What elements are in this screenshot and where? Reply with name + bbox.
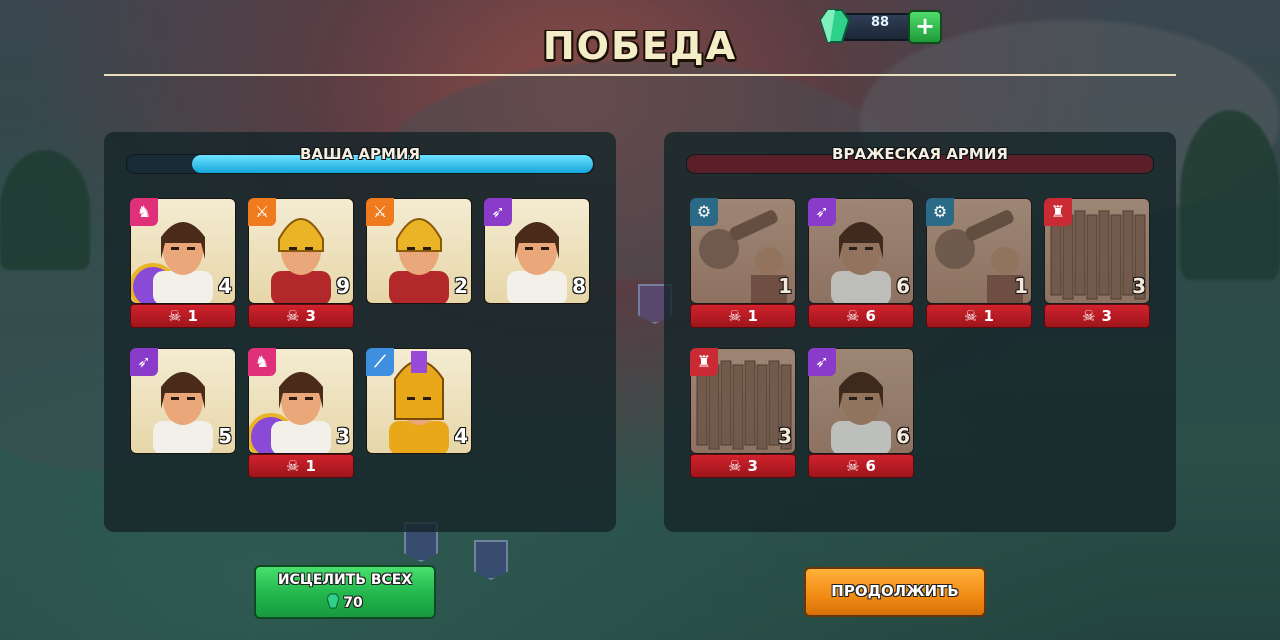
unit-losses-badge: ☠ 3 [1044, 304, 1150, 328]
unit-losses-badge: ☠ 6 [808, 454, 914, 478]
unit-losses-badge: ☠ 1 [248, 454, 354, 478]
bow-icon: ➶ [130, 348, 158, 376]
sword-icon: ⚔ [248, 198, 276, 226]
unit-count: 1 [1014, 274, 1028, 298]
heal-all-button[interactable]: ИСЦЕЛИТЬ ВСЕХ 70 [254, 565, 436, 619]
continue-label: ПРОДОЛЖИТЬ [831, 582, 959, 600]
unit-count: 2 [454, 274, 468, 298]
horse-icon: ♞ [248, 348, 276, 376]
player-army-panel: ВАША АРМИЯ ♞ 4 ☠ 1 ⚔ 9 ☠ 3 ⚔ 2 ➶ 8 ➶ 5 ♞ 3 ☠ 1 [104, 132, 616, 532]
tower-icon: ♜ [1044, 198, 1072, 226]
unit-count: 3 [336, 424, 350, 448]
unit-losses-value: 1 [187, 307, 198, 325]
unit-losses-value: 3 [747, 457, 758, 475]
unit-losses-badge: ☠ 1 [690, 304, 796, 328]
unit-losses-badge: ☠ 1 [926, 304, 1032, 328]
skull-icon: ☠ [728, 457, 742, 475]
player-unit-card[interactable]: ♞ 3 ☠ 1 [248, 348, 354, 478]
bow-icon: ➶ [808, 198, 836, 226]
unit-losses-badge: ☠ 3 [690, 454, 796, 478]
skull-icon: ☠ [846, 457, 860, 475]
unit-count: 8 [572, 274, 586, 298]
unit-losses-value: 3 [305, 307, 316, 325]
skull-icon: ☠ [728, 307, 742, 325]
unit-losses-value: 1 [983, 307, 994, 325]
player-unit-card[interactable]: ♞ 4 ☠ 1 [130, 198, 236, 328]
unit-count: 3 [1132, 274, 1146, 298]
player-unit-card[interactable]: ➶ 5 [130, 348, 236, 478]
unit-count: 3 [778, 424, 792, 448]
unit-count: 6 [896, 424, 910, 448]
unit-losses-value: 1 [747, 307, 758, 325]
enemy-army-title: ВРАЖЕСКАЯ АРМИЯ [832, 145, 1008, 163]
unit-count: 4 [454, 424, 468, 448]
enemy-unit-card[interactable]: ♜ 3 ☠ 3 [1044, 198, 1150, 328]
victory-title: ПОБЕДА [542, 24, 738, 68]
gem-icon [327, 593, 340, 609]
unit-count: 9 [336, 274, 350, 298]
unit-losses-value: 1 [305, 457, 316, 475]
bow-icon: ➶ [484, 198, 512, 226]
player-army-title: ВАША АРМИЯ [299, 145, 421, 163]
player-unit-card[interactable]: ⟋ 4 [366, 348, 472, 478]
tower-icon: ♜ [690, 348, 718, 376]
enemy-unit-card[interactable]: ♜ 3 ☠ 3 [690, 348, 796, 478]
skull-icon: ☠ [846, 307, 860, 325]
skull-icon: ☠ [964, 307, 978, 325]
unit-losses-badge: ☠ 1 [130, 304, 236, 328]
catapult-icon: ⚙ [926, 198, 954, 226]
player-unit-card[interactable]: ➶ 8 [484, 198, 590, 328]
unit-losses-value: 6 [865, 307, 876, 325]
heal-all-cost: 70 [256, 593, 434, 611]
sword-icon: ⚔ [366, 198, 394, 226]
unit-count: 1 [778, 274, 792, 298]
heal-all-label: ИСЦЕЛИТЬ ВСЕХ [277, 572, 413, 588]
enemy-unit-card[interactable]: ➶ 6 ☠ 6 [808, 348, 914, 478]
spear-icon: ⟋ [366, 348, 394, 376]
unit-losses-value: 6 [865, 457, 876, 475]
unit-losses-value: 3 [1101, 307, 1112, 325]
add-gems-button[interactable]: + [908, 10, 942, 44]
skull-icon: ☠ [286, 307, 300, 325]
unit-count: 6 [896, 274, 910, 298]
player-unit-card[interactable]: ⚔ 2 [366, 198, 472, 328]
gem-icon [820, 9, 850, 43]
skull-icon: ☠ [168, 307, 182, 325]
battlefield-squad-icon [474, 540, 508, 580]
enemy-unit-card[interactable]: ➶ 6 ☠ 6 [808, 198, 914, 328]
unit-losses-badge: ☠ 3 [248, 304, 354, 328]
catapult-icon: ⚙ [690, 198, 718, 226]
bow-icon: ➶ [808, 348, 836, 376]
skull-icon: ☠ [1082, 307, 1096, 325]
skull-icon: ☠ [286, 457, 300, 475]
title-divider [104, 74, 1176, 76]
gem-count: 88 [870, 15, 890, 30]
heal-all-cost-value: 70 [343, 595, 363, 611]
enemy-unit-card[interactable]: ⚙ 1 ☠ 1 [926, 198, 1032, 328]
enemy-unit-card[interactable]: ⚙ 1 ☠ 1 [690, 198, 796, 328]
unit-losses-badge: ☠ 6 [808, 304, 914, 328]
horse-icon: ♞ [130, 198, 158, 226]
enemy-army-panel: ВРАЖЕСКАЯ АРМИЯ ⚙ 1 ☠ 1 ➶ 6 ☠ 6 ⚙ 1 ☠ 1 ♜ 3 ☠ 3 ♜ 3 ☠ 3 ➶… [664, 132, 1176, 532]
unit-count: 5 [218, 424, 232, 448]
player-unit-card[interactable]: ⚔ 9 ☠ 3 [248, 198, 354, 328]
continue-button[interactable]: ПРОДОЛЖИТЬ [804, 567, 986, 617]
unit-count: 4 [218, 274, 232, 298]
